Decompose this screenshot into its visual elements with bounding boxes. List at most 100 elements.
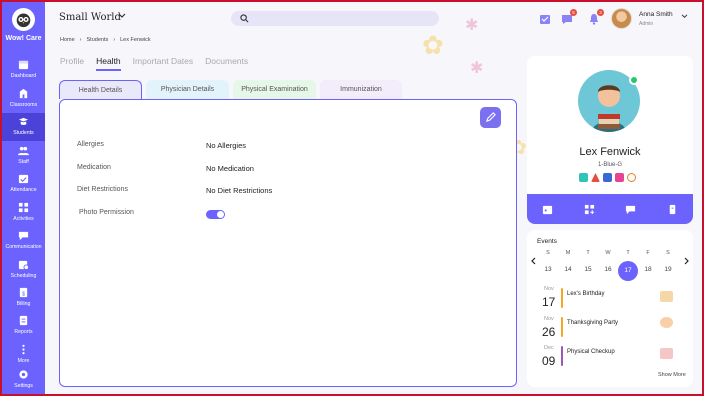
event-color-bar [561, 288, 563, 308]
breadcrumb-home[interactable]: Home [60, 37, 75, 43]
edit-button[interactable] [480, 107, 501, 128]
calendar-date[interactable]: 14 [561, 266, 575, 273]
cake-icon [660, 291, 673, 302]
document-icon[interactable] [603, 173, 612, 182]
sidebar-item-dashboard[interactable]: Dashboard [2, 56, 45, 84]
tab-health[interactable]: Health [96, 56, 121, 71]
sidebar-item-label: Classrooms [9, 102, 38, 108]
calendar-date[interactable]: 16 [601, 266, 615, 273]
student-name: Lex Fenwick [579, 146, 641, 158]
classroom-icon [19, 88, 28, 99]
show-more-link[interactable]: Show More [658, 372, 686, 378]
scheduling-icon [18, 260, 29, 270]
sidebar-item-more[interactable]: More [2, 341, 45, 369]
reports-icon [19, 315, 28, 326]
event-name[interactable]: Thanksgiving Party [567, 320, 618, 326]
add-activity-icon[interactable] [584, 204, 595, 215]
event-name[interactable]: Lex's Birthday [567, 291, 605, 297]
sidebar-item-billing[interactable]: $ Billing [2, 284, 45, 312]
sidebar-item-label: Students [13, 130, 34, 136]
event-name[interactable]: Physical Checkup [567, 349, 615, 355]
calendar-date[interactable]: 13 [541, 266, 555, 273]
event-day: 26 [542, 325, 556, 339]
sidebar-item-label: More [17, 358, 30, 364]
billing-icon: $ [19, 287, 28, 297]
sidebar-item-attendance[interactable]: Attendance [2, 170, 45, 198]
diet-restrictions-label: Diet Restrictions [77, 186, 128, 193]
subtab-health-details[interactable]: Health Details [59, 80, 142, 99]
tab-documents[interactable]: Documents [205, 56, 248, 71]
chevron-right-icon: › [113, 37, 116, 43]
weekday-label: S [546, 250, 550, 256]
events-card: Events S M T W T F S 13 14 15 16 17 18 1… [527, 230, 693, 387]
chevron-right-icon: › [79, 37, 82, 43]
tab-important-dates[interactable]: Important Dates [133, 56, 193, 71]
sidebar-item-scheduling[interactable]: Scheduling [2, 256, 45, 284]
weekday-label: F [646, 250, 650, 256]
chevron-down-icon[interactable] [681, 14, 688, 19]
medication-value: No Medication [206, 164, 254, 173]
sidebar-item-label: Staff [18, 159, 29, 165]
avatar[interactable] [611, 8, 632, 29]
student-class: 1-Blue-G [597, 162, 622, 168]
calendar-date[interactable]: 18 [641, 266, 655, 273]
photo-permission-toggle[interactable] [206, 210, 225, 219]
sidebar-item-reports[interactable]: Reports [2, 312, 45, 340]
calendar-date[interactable]: 19 [661, 266, 675, 273]
gear-icon [19, 370, 28, 379]
messages-badge: 5 [570, 9, 577, 16]
sidebar-item-students[interactable]: Students [2, 113, 45, 141]
checkin-icon[interactable] [539, 12, 551, 24]
bell-icon[interactable]: 3 [588, 9, 604, 25]
school-name[interactable]: Small World [59, 12, 121, 23]
calendar-icon[interactable] [542, 204, 553, 215]
tab-profile[interactable]: Profile [60, 56, 84, 71]
event-day: 17 [542, 295, 556, 309]
no-photo-icon[interactable] [579, 173, 588, 182]
online-status-dot [629, 75, 639, 85]
calendar-date-selected[interactable]: 17 [618, 261, 638, 281]
page-tabs: Profile Health Important Dates Documents [60, 56, 260, 71]
sidebar-item-label: Billing [16, 301, 31, 307]
subtab-physician-details[interactable]: Physician Details [146, 80, 229, 99]
chevron-down-icon[interactable] [118, 13, 126, 19]
svg-text:$: $ [22, 291, 25, 297]
weekday-label: T [586, 250, 590, 256]
photo-permission-label: Photo Permission [79, 209, 134, 216]
lock-icon[interactable] [615, 173, 624, 182]
chevron-left-icon[interactable] [530, 257, 536, 265]
owl-logo-icon[interactable] [12, 8, 35, 31]
event-month: Nov [544, 286, 554, 292]
subtab-physical-examination[interactable]: Physical Examination [233, 80, 316, 99]
weekday-label: M [565, 250, 571, 256]
calendar-date[interactable]: 15 [581, 266, 595, 273]
user-role: Admin [639, 21, 654, 27]
sidebar-item-classrooms[interactable]: Classrooms [2, 85, 45, 113]
breadcrumb-current: Lex Fenwick [120, 37, 151, 43]
chevron-right-icon[interactable] [684, 257, 690, 265]
breadcrumb-students[interactable]: Students [87, 37, 109, 43]
messages-icon[interactable]: 5 [561, 9, 577, 24]
sidebar-item-activities[interactable]: Activities [2, 199, 45, 227]
chat-icon [18, 231, 29, 241]
event-color-bar [561, 346, 563, 366]
student-icon [18, 117, 29, 125]
sidebar-item-staff[interactable]: Staff [2, 142, 45, 170]
sidebar-item-communication[interactable]: Communication [2, 227, 45, 255]
sidebar-item-settings[interactable]: Settings [2, 366, 45, 394]
medication-label: Medication [77, 164, 111, 171]
chat-icon[interactable] [625, 204, 636, 215]
sidebar-item-label: Dashboard [10, 73, 37, 79]
breadcrumb: Home › Students › Lex Fenwick [60, 37, 151, 43]
subtab-immunization[interactable]: Immunization [320, 80, 402, 99]
medical-kit-icon [660, 348, 673, 359]
allergies-label: Allergies [77, 141, 104, 148]
restriction-icon[interactable] [627, 173, 636, 182]
search-input[interactable] [231, 11, 439, 26]
events-title: Events [537, 238, 557, 245]
report-icon[interactable] [667, 204, 678, 215]
profile-action-bar [527, 194, 693, 224]
calendar-icon [18, 60, 29, 70]
star-decoration-icon: ✱ [465, 17, 479, 34]
warning-icon[interactable] [591, 173, 600, 182]
